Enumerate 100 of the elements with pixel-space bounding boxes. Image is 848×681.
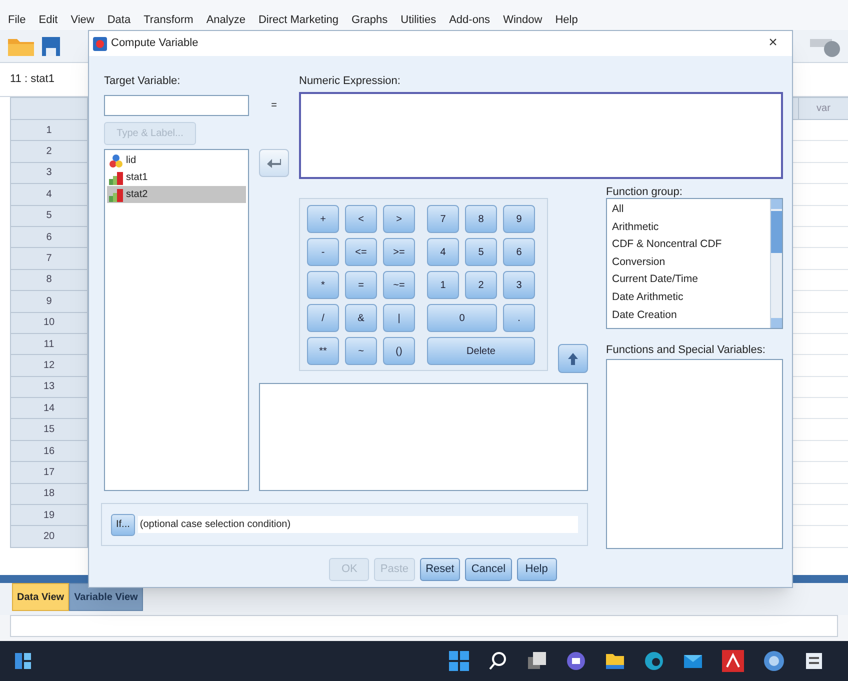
- dialog-button[interactable]: Cancel: [465, 558, 512, 581]
- variable-item[interactable]: lid: [107, 152, 246, 169]
- row-number[interactable]: 12: [10, 355, 88, 377]
- dialog-button[interactable]: Help: [516, 558, 557, 581]
- windows-stack-icon[interactable]: [527, 651, 547, 671]
- row-number[interactable]: 16: [10, 440, 88, 462]
- keypad-key[interactable]: ~=: [383, 271, 415, 299]
- menu-item[interactable]: File: [8, 12, 26, 28]
- save-icon[interactable]: [40, 34, 62, 58]
- row-number[interactable]: 2: [10, 141, 88, 163]
- function-group-list[interactable]: All Arithmetic CDF & Noncentral CDF Conversion Current Date/Time Date Arithmetic Date Creation: [606, 198, 783, 329]
- keypad-key[interactable]: Delete: [427, 337, 535, 365]
- if-button[interactable]: If...: [111, 514, 135, 536]
- keypad-key[interactable]: ~: [345, 337, 377, 365]
- variable-list[interactable]: lid stat1 stat2: [104, 149, 249, 491]
- keypad-key[interactable]: |: [383, 304, 415, 332]
- keypad-key[interactable]: =: [345, 271, 377, 299]
- list-item[interactable]: Arithmetic: [612, 218, 770, 236]
- dialog-button[interactable]: Reset: [420, 558, 460, 581]
- keypad-key[interactable]: >=: [383, 238, 415, 266]
- keypad-key[interactable]: *: [307, 271, 339, 299]
- keypad-key[interactable]: &: [345, 304, 377, 332]
- menu-item[interactable]: Window: [503, 12, 542, 28]
- list-item[interactable]: Date Arithmetic: [612, 288, 770, 307]
- keypad-key[interactable]: /: [307, 304, 339, 332]
- row-number[interactable]: 1: [10, 120, 88, 142]
- row-number[interactable]: 3: [10, 162, 88, 184]
- numeric-expression-field[interactable]: [299, 92, 783, 179]
- menu-item[interactable]: Graphs: [352, 12, 388, 28]
- row-number[interactable]: 4: [10, 184, 88, 206]
- view-tab[interactable]: Data View: [12, 583, 70, 611]
- keypad-key[interactable]: 2: [465, 271, 497, 299]
- target-variable-field[interactable]: [104, 95, 249, 116]
- list-item[interactable]: Current Date/Time: [612, 271, 770, 289]
- scrollbar[interactable]: [770, 199, 782, 328]
- list-item[interactable]: Date Creation: [612, 306, 770, 324]
- notepad-icon[interactable]: [804, 651, 824, 671]
- arrow-icon: [267, 158, 281, 168]
- keypad-key[interactable]: 4: [427, 238, 459, 266]
- row-number[interactable]: 10: [10, 312, 88, 334]
- row-number[interactable]: 19: [10, 505, 88, 526]
- row-number[interactable]: 18: [10, 484, 88, 506]
- move-right-button[interactable]: [259, 149, 289, 177]
- menu-item[interactable]: View: [70, 12, 94, 28]
- row-number[interactable]: 14: [10, 398, 88, 420]
- menu-item[interactable]: Help: [555, 12, 578, 28]
- field-label: Functions and Special Variables:: [606, 344, 766, 356]
- keypad-key[interactable]: .: [503, 304, 535, 332]
- close-button[interactable]: ×: [758, 32, 788, 55]
- keypad-key[interactable]: 9: [503, 205, 535, 233]
- move-up-button[interactable]: [558, 344, 588, 373]
- row-number[interactable]: 7: [10, 248, 88, 270]
- menu-item[interactable]: Add-ons: [449, 12, 490, 28]
- keypad-key[interactable]: 5: [465, 238, 497, 266]
- pdf-icon[interactable]: [722, 650, 744, 672]
- keypad-key[interactable]: <: [345, 205, 377, 233]
- up-arrow-icon: [568, 352, 578, 364]
- keypad-key[interactable]: +: [307, 205, 339, 233]
- list-item[interactable]: CDF & Noncentral CDF: [612, 236, 770, 254]
- keypad-key[interactable]: <=: [345, 238, 377, 266]
- menu-item[interactable]: Analyze: [206, 12, 246, 28]
- keypad-key[interactable]: **: [307, 337, 339, 365]
- row-number[interactable]: 8: [10, 270, 88, 292]
- menu-item[interactable]: Data: [107, 12, 131, 28]
- start-icon[interactable]: [449, 651, 469, 671]
- row-number[interactable]: 15: [10, 419, 88, 441]
- menu-item[interactable]: Utilities: [400, 12, 436, 28]
- keypad-key[interactable]: 7: [427, 205, 459, 233]
- list-item[interactable]: All: [612, 201, 770, 219]
- field-label: Numeric Expression:: [299, 75, 402, 89]
- variable-item[interactable]: stat2: [107, 186, 246, 203]
- menu-item[interactable]: Edit: [38, 12, 58, 28]
- widgets-icon[interactable]: [14, 652, 32, 670]
- row-number[interactable]: 13: [10, 376, 88, 398]
- row-number[interactable]: 9: [10, 291, 88, 313]
- row-number[interactable]: 17: [10, 462, 88, 484]
- condition-text: (optional case selection condition): [138, 516, 578, 533]
- keypad-key[interactable]: 1: [427, 271, 459, 299]
- variable-item[interactable]: stat1: [107, 169, 246, 186]
- keypad-key[interactable]: 6: [503, 238, 535, 266]
- search-icon[interactable]: [488, 651, 508, 671]
- row-number[interactable]: 5: [10, 206, 88, 227]
- row-number[interactable]: 6: [10, 226, 88, 248]
- window-title: Compute Variable: [111, 36, 200, 52]
- keypad-key[interactable]: 0: [427, 304, 497, 332]
- list-item[interactable]: Conversion: [612, 254, 770, 272]
- keypad-key[interactable]: 8: [465, 205, 497, 233]
- menu-item[interactable]: Direct Marketing: [258, 12, 339, 28]
- row-number[interactable]: 20: [10, 526, 88, 548]
- menu-item[interactable]: Transform: [144, 12, 194, 28]
- folder-icon[interactable]: [605, 651, 625, 671]
- keypad-key[interactable]: 3: [503, 271, 535, 299]
- field-label: Function group:: [606, 186, 684, 198]
- keypad-key[interactable]: (): [383, 337, 415, 365]
- keypad-key[interactable]: >: [383, 205, 415, 233]
- cell-reference: 11 : stat1: [10, 72, 54, 88]
- keypad-key[interactable]: -: [307, 238, 339, 266]
- description-box[interactable]: [259, 383, 588, 491]
- row-number[interactable]: 11: [10, 334, 88, 356]
- functions-list[interactable]: [606, 359, 783, 549]
